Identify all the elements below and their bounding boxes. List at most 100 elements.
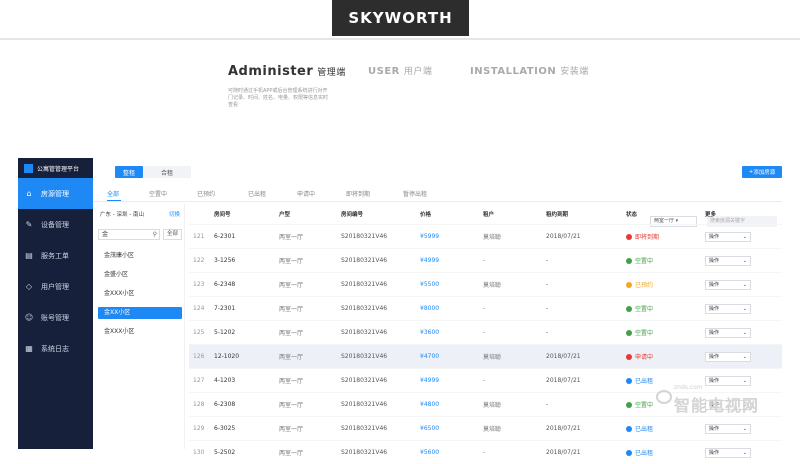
sidebar-item-label: 用户管理 bbox=[41, 282, 69, 291]
row-number: 122 bbox=[193, 257, 205, 264]
community-item[interactable]: 金XXX小区 bbox=[98, 326, 182, 338]
operation-dropdown[interactable]: 操作 ⌄ bbox=[705, 423, 751, 434]
row-number: 124 bbox=[193, 305, 205, 312]
room-type: 两室一厅 bbox=[279, 402, 304, 409]
table-row[interactable]: 123 6-2348 两室一厅 S20180321V46 ¥5500 莫培聪 - 已预约 操作 ⌄ bbox=[189, 272, 782, 296]
app-brand: 公寓管管理平台 bbox=[18, 158, 93, 178]
table-row[interactable]: 122 3-1256 两室一厅 S20180321V46 ¥4999 - - 空置中 操作 ⌄ bbox=[189, 248, 782, 272]
header-tab-sub: 安装端 bbox=[560, 67, 589, 77]
operation-dropdown[interactable]: 操作 ⌄ bbox=[705, 255, 751, 266]
room-code: S20180321V46 bbox=[341, 305, 388, 312]
search-icon[interactable]: ⚲ bbox=[153, 230, 157, 239]
row-actions: 操作 ⌄ bbox=[705, 279, 751, 290]
operation-label: 操作 bbox=[709, 425, 720, 432]
room-number: 3-1256 bbox=[214, 257, 236, 264]
header-tab-user[interactable]: USER 用户端 bbox=[368, 64, 432, 77]
operation-dropdown[interactable]: 操作 ⌄ bbox=[705, 279, 751, 290]
sidebar-item[interactable]: ▤ 服务工单 bbox=[18, 240, 93, 271]
header-tab-installation[interactable]: INSTALLATION 安装端 bbox=[470, 64, 589, 77]
status-badge: 已出租 bbox=[626, 448, 653, 457]
header-description: 可随时通过手机APP或后台管理系统进行对开门记录、时间、姓名、电量、权限等信息实… bbox=[228, 88, 329, 108]
col-code: 房间编号 bbox=[341, 212, 364, 218]
status-text: 已出租 bbox=[635, 378, 654, 385]
tab-whole-rent[interactable]: 整租 bbox=[115, 166, 143, 178]
status-icon bbox=[626, 449, 632, 456]
status-tab[interactable]: 全部 bbox=[107, 189, 119, 198]
operation-dropdown[interactable]: 操作 ⌄ bbox=[705, 231, 751, 242]
community-item[interactable]: 金XX小区 bbox=[98, 307, 182, 319]
tab-shared-rent[interactable]: 合租 bbox=[143, 166, 191, 178]
sidebar-item-label: 房源管理 bbox=[41, 189, 69, 198]
table-row[interactable]: 124 7-2301 两室一厅 S20180321V46 ¥8000 - - 空置中 操作 ⌄ bbox=[189, 296, 782, 320]
room-price: ¥4700 bbox=[420, 353, 440, 360]
col-price: 价格 bbox=[420, 212, 432, 218]
table-row[interactable]: 121 6-2301 两室一厅 S20180321V46 ¥5999 莫培聪 2018/07… bbox=[189, 224, 782, 248]
community-item[interactable]: 金XXX小区 bbox=[98, 288, 182, 300]
room-code: S20180321V46 bbox=[341, 257, 388, 264]
table-row[interactable]: 130 5-2502 两室一厅 S20180321V46 ¥5600 - 2018/07/2… bbox=[189, 440, 782, 464]
app-title: 公寓管管理平台 bbox=[37, 165, 80, 173]
chevron-down-icon: ⌄ bbox=[742, 281, 747, 288]
status-tab[interactable]: 即将到期 bbox=[346, 189, 370, 198]
operation-dropdown[interactable]: 操作 ⌄ bbox=[705, 303, 751, 314]
room-price: ¥5600 bbox=[420, 449, 440, 456]
operation-label: 操作 bbox=[709, 353, 720, 360]
room-price: ¥4800 bbox=[420, 401, 440, 408]
watermark-text: 智能电视网 bbox=[674, 396, 760, 415]
community-item[interactable]: 金盛小区 bbox=[98, 269, 182, 281]
status-text: 申请中 bbox=[635, 354, 654, 361]
room-number: 4-1203 bbox=[214, 377, 236, 384]
community-search-value: 金 bbox=[102, 231, 109, 238]
sidebar-item[interactable]: ✎ 设备管理 bbox=[18, 209, 93, 240]
sidebar-item-label: 服务工单 bbox=[41, 251, 69, 260]
status-tab[interactable]: 已出租 bbox=[248, 189, 266, 198]
row-number: 127 bbox=[193, 377, 205, 384]
col-more: 更多 bbox=[705, 212, 717, 218]
status-icon bbox=[626, 233, 632, 240]
chevron-down-icon: ⌄ bbox=[742, 449, 747, 456]
all-communities-button[interactable]: 全部 bbox=[163, 229, 182, 240]
add-listing-button[interactable]: + 添加房源 bbox=[742, 166, 782, 178]
status-text: 即将到期 bbox=[635, 234, 660, 241]
room-code: S20180321V46 bbox=[341, 449, 388, 456]
table-row[interactable]: 126 12-1020 两室一厅 S20180321V46 ¥4700 莫培聪 2018/0… bbox=[189, 344, 782, 368]
table-row[interactable]: 125 5-1202 两室一厅 S20180321V46 ¥3600 - - 空置中 操作 ⌄ bbox=[189, 320, 782, 344]
sidebar-item[interactable]: ⌂ 房源管理 bbox=[18, 178, 93, 209]
cloud-icon bbox=[656, 390, 672, 404]
account-icon: ☺ bbox=[24, 313, 34, 322]
lease-due: - bbox=[546, 257, 549, 264]
sidebar-item-label: 账号管理 bbox=[41, 313, 69, 322]
lease-due: 2018/07/21 bbox=[546, 425, 581, 432]
sidebar-item[interactable]: ◇ 用户管理 bbox=[18, 271, 93, 302]
sidebar-item[interactable]: ▦ 系统日志 bbox=[18, 333, 93, 364]
operation-dropdown[interactable]: 操作 ⌄ bbox=[705, 351, 751, 362]
status-tab[interactable]: 空置中 bbox=[149, 189, 167, 198]
status-tab[interactable]: 申请中 bbox=[297, 189, 315, 198]
header-tab-sub: 管理端 bbox=[317, 68, 346, 78]
region-switch-link[interactable]: 切换 bbox=[169, 210, 180, 218]
community-search-input[interactable]: 金 ⚲ bbox=[98, 229, 160, 240]
building-icon bbox=[24, 163, 33, 173]
chevron-down-icon: ⌄ bbox=[742, 353, 747, 360]
watermark: znds.com 智能电视网 bbox=[656, 380, 786, 420]
sidebar-item-label: 系统日志 bbox=[41, 344, 69, 353]
sidebar: 公寓管管理平台 ⌂ 房源管理 ✎ 设备管理 ▤ 服务工单 ◇ 用户管理 ☺ 账号管理 ▦ 系统日志 bbox=[18, 158, 93, 449]
lease-due: - bbox=[546, 305, 549, 312]
status-icon bbox=[626, 281, 632, 288]
sidebar-item-label: 设备管理 bbox=[41, 220, 69, 229]
lease-due: 2018/07/21 bbox=[546, 353, 581, 360]
room-number: 6-2308 bbox=[214, 401, 236, 408]
log-icon: ▦ bbox=[25, 344, 33, 353]
status-icon bbox=[626, 257, 632, 264]
status-tab[interactable]: 已预约 bbox=[197, 189, 215, 198]
sidebar-item[interactable]: ☺ 账号管理 bbox=[18, 302, 93, 333]
header-tab-administer[interactable]: Administer 管理端 bbox=[228, 64, 346, 79]
status-tab[interactable]: 暂停出租 bbox=[403, 189, 427, 198]
room-price: ¥6500 bbox=[420, 425, 440, 432]
community-item[interactable]: 金茂康小区 bbox=[98, 250, 182, 262]
room-code: S20180321V46 bbox=[341, 401, 388, 408]
status-badge: 已出租 bbox=[626, 376, 653, 385]
operation-dropdown[interactable]: 操作 ⌄ bbox=[705, 447, 751, 458]
operation-dropdown[interactable]: 操作 ⌄ bbox=[705, 327, 751, 338]
status-icon bbox=[626, 329, 632, 336]
